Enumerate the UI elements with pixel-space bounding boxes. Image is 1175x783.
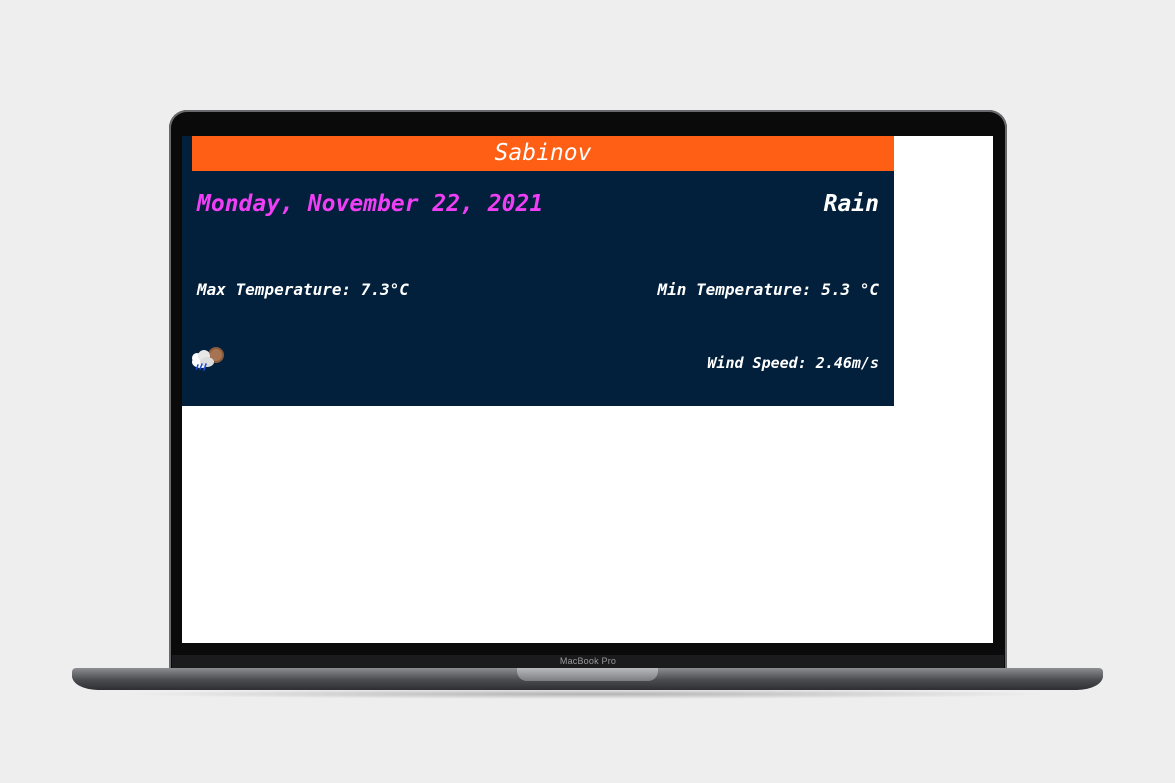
weather-card: Sabinov Monday, November 22, 2021 Rain M…	[182, 136, 894, 406]
laptop-shadow	[120, 689, 1055, 699]
min-temperature: Min Temperature: 5.3 °C	[657, 280, 879, 299]
stage: Sabinov Monday, November 22, 2021 Rain M…	[0, 0, 1175, 783]
wind-speed: Wind Speed: 2.46m/s	[707, 354, 879, 372]
laptop-notch	[517, 668, 658, 681]
city-title: Sabinov	[192, 136, 894, 171]
max-temperature: Max Temperature: 7.3°C	[197, 280, 409, 299]
device-label: MacBook Pro	[559, 656, 617, 666]
rain-cloud-icon	[187, 346, 227, 374]
laptop-screen: Sabinov Monday, November 22, 2021 Rain M…	[182, 136, 993, 643]
weather-date: Monday, November 22, 2021	[197, 191, 544, 217]
laptop-chin: MacBook Pro	[172, 655, 1004, 669]
weather-condition: Rain	[823, 191, 879, 217]
